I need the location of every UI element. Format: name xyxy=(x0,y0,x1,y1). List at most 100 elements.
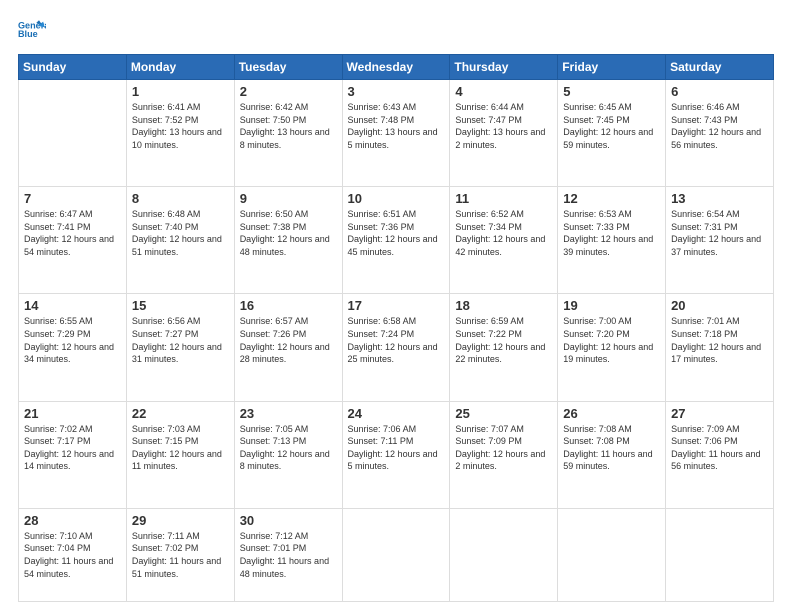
calendar-cell: 11Sunrise: 6:52 AMSunset: 7:34 PMDayligh… xyxy=(450,187,558,294)
weekday-header-thursday: Thursday xyxy=(450,55,558,80)
calendar-cell: 19 Sunrise: 7:00 AMSunset: 7:20 PMDayligh… xyxy=(558,294,666,401)
day-number: 10 xyxy=(348,191,445,206)
weekday-header-monday: Monday xyxy=(126,55,234,80)
day-number: 24 xyxy=(348,406,445,421)
day-number: 27 xyxy=(671,406,768,421)
svg-text:Blue: Blue xyxy=(18,29,38,39)
calendar-cell: 26 Sunrise: 7:08 AMSunset: 7:08 PMDayligh… xyxy=(558,401,666,508)
day-number: 9 xyxy=(240,191,337,206)
cell-sun-info: Sunrise: 7:08 AMSunset: 7:08 PMDaylight:… xyxy=(563,423,660,473)
day-number: 26 xyxy=(563,406,660,421)
cell-sun-info: Sunrise: 6:53 AMSunset: 7:33 PMDaylight:… xyxy=(563,208,660,258)
weekday-header-saturday: Saturday xyxy=(666,55,774,80)
cell-sun-info: Sunrise: 6:52 AMSunset: 7:34 PMDaylight:… xyxy=(455,208,552,258)
calendar-cell: 7 Sunrise: 6:47 AMSunset: 7:41 PMDaylight… xyxy=(19,187,127,294)
calendar-cell: 28 Sunrise: 7:10 AMSunset: 7:04 PMDayligh… xyxy=(19,508,127,601)
cell-sun-info: Sunrise: 7:01 AMSunset: 7:18 PMDaylight:… xyxy=(671,315,768,365)
calendar-cell xyxy=(666,508,774,601)
cell-sun-info: Sunrise: 6:48 AMSunset: 7:40 PMDaylight:… xyxy=(132,208,229,258)
day-number: 14 xyxy=(24,298,121,313)
cell-sun-info: Sunrise: 7:06 AMSunset: 7:11 PMDaylight:… xyxy=(348,423,445,473)
calendar-table: SundayMondayTuesdayWednesdayThursdayFrid… xyxy=(18,54,774,602)
cell-sun-info: Sunrise: 6:55 AMSunset: 7:29 PMDaylight:… xyxy=(24,315,121,365)
calendar-cell: 30 Sunrise: 7:12 AMSunset: 7:01 PMDayligh… xyxy=(234,508,342,601)
weekday-header-tuesday: Tuesday xyxy=(234,55,342,80)
day-number: 7 xyxy=(24,191,121,206)
cell-sun-info: Sunrise: 7:03 AMSunset: 7:15 PMDaylight:… xyxy=(132,423,229,473)
day-number: 21 xyxy=(24,406,121,421)
cell-sun-info: Sunrise: 7:10 AMSunset: 7:04 PMDaylight:… xyxy=(24,530,121,580)
cell-sun-info: Sunrise: 7:12 AMSunset: 7:01 PMDaylight:… xyxy=(240,530,337,580)
cell-sun-info: Sunrise: 6:51 AMSunset: 7:36 PMDaylight:… xyxy=(348,208,445,258)
calendar-cell: 18Sunrise: 6:59 AMSunset: 7:22 PMDayligh… xyxy=(450,294,558,401)
cell-sun-info: Sunrise: 6:44 AMSunset: 7:47 PMDaylight:… xyxy=(455,101,552,151)
day-number: 8 xyxy=(132,191,229,206)
day-number: 17 xyxy=(348,298,445,313)
day-number: 13 xyxy=(671,191,768,206)
calendar-cell: 13 Sunrise: 6:54 AMSunset: 7:31 PMDayligh… xyxy=(666,187,774,294)
calendar-cell: 12 Sunrise: 6:53 AMSunset: 7:33 PMDayligh… xyxy=(558,187,666,294)
day-number: 16 xyxy=(240,298,337,313)
calendar-cell: 27 Sunrise: 7:09 AMSunset: 7:06 PMDayligh… xyxy=(666,401,774,508)
weekday-header-row: SundayMondayTuesdayWednesdayThursdayFrid… xyxy=(19,55,774,80)
cell-sun-info: Sunrise: 6:50 AMSunset: 7:38 PMDaylight:… xyxy=(240,208,337,258)
calendar-cell: 3 Sunrise: 6:43 AMSunset: 7:48 PMDaylight… xyxy=(342,80,450,187)
cell-sun-info: Sunrise: 6:41 AMSunset: 7:52 PMDaylight:… xyxy=(132,101,229,151)
logo: General Blue xyxy=(18,16,46,44)
calendar-cell: 17 Sunrise: 6:58 AMSunset: 7:24 PMDayligh… xyxy=(342,294,450,401)
day-number: 28 xyxy=(24,513,121,528)
day-number: 1 xyxy=(132,84,229,99)
calendar-cell xyxy=(19,80,127,187)
cell-sun-info: Sunrise: 7:00 AMSunset: 7:20 PMDaylight:… xyxy=(563,315,660,365)
day-number: 12 xyxy=(563,191,660,206)
logo-icon: General Blue xyxy=(18,16,46,44)
calendar-cell: 29 Sunrise: 7:11 AMSunset: 7:02 PMDayligh… xyxy=(126,508,234,601)
cell-sun-info: Sunrise: 7:11 AMSunset: 7:02 PMDaylight:… xyxy=(132,530,229,580)
weekday-header-sunday: Sunday xyxy=(19,55,127,80)
calendar-cell: 16 Sunrise: 6:57 AMSunset: 7:26 PMDayligh… xyxy=(234,294,342,401)
calendar-cell: 21 Sunrise: 7:02 AMSunset: 7:17 PMDayligh… xyxy=(19,401,127,508)
cell-sun-info: Sunrise: 7:09 AMSunset: 7:06 PMDaylight:… xyxy=(671,423,768,473)
calendar-cell: 9 Sunrise: 6:50 AMSunset: 7:38 PMDaylight… xyxy=(234,187,342,294)
day-number: 30 xyxy=(240,513,337,528)
calendar-cell xyxy=(342,508,450,601)
cell-sun-info: Sunrise: 6:58 AMSunset: 7:24 PMDaylight:… xyxy=(348,315,445,365)
calendar-cell: 8 Sunrise: 6:48 AMSunset: 7:40 PMDaylight… xyxy=(126,187,234,294)
calendar-cell: 10 Sunrise: 6:51 AMSunset: 7:36 PMDayligh… xyxy=(342,187,450,294)
cell-sun-info: Sunrise: 6:43 AMSunset: 7:48 PMDaylight:… xyxy=(348,101,445,151)
cell-sun-info: Sunrise: 7:02 AMSunset: 7:17 PMDaylight:… xyxy=(24,423,121,473)
cell-sun-info: Sunrise: 6:57 AMSunset: 7:26 PMDaylight:… xyxy=(240,315,337,365)
calendar-cell: 23Sunrise: 7:05 AMSunset: 7:13 PMDayligh… xyxy=(234,401,342,508)
weekday-header-wednesday: Wednesday xyxy=(342,55,450,80)
day-number: 2 xyxy=(240,84,337,99)
calendar-cell: 14 Sunrise: 6:55 AMSunset: 7:29 PMDayligh… xyxy=(19,294,127,401)
day-number: 23 xyxy=(240,406,337,421)
cell-sun-info: Sunrise: 6:56 AMSunset: 7:27 PMDaylight:… xyxy=(132,315,229,365)
cell-sun-info: Sunrise: 7:07 AMSunset: 7:09 PMDaylight:… xyxy=(455,423,552,473)
day-number: 20 xyxy=(671,298,768,313)
calendar-cell: 15Sunrise: 6:56 AMSunset: 7:27 PMDayligh… xyxy=(126,294,234,401)
calendar-cell: 2Sunrise: 6:42 AMSunset: 7:50 PMDaylight… xyxy=(234,80,342,187)
day-number: 25 xyxy=(455,406,552,421)
calendar-week-row: 14 Sunrise: 6:55 AMSunset: 7:29 PMDayligh… xyxy=(19,294,774,401)
calendar-cell: 22 Sunrise: 7:03 AMSunset: 7:15 PMDayligh… xyxy=(126,401,234,508)
day-number: 4 xyxy=(455,84,552,99)
calendar-cell: 5 Sunrise: 6:45 AMSunset: 7:45 PMDaylight… xyxy=(558,80,666,187)
calendar-week-row: 7 Sunrise: 6:47 AMSunset: 7:41 PMDaylight… xyxy=(19,187,774,294)
day-number: 19 xyxy=(563,298,660,313)
day-number: 3 xyxy=(348,84,445,99)
day-number: 6 xyxy=(671,84,768,99)
calendar-cell: 24 Sunrise: 7:06 AMSunset: 7:11 PMDayligh… xyxy=(342,401,450,508)
calendar-cell: 1 Sunrise: 6:41 AMSunset: 7:52 PMDaylight… xyxy=(126,80,234,187)
cell-sun-info: Sunrise: 6:46 AMSunset: 7:43 PMDaylight:… xyxy=(671,101,768,151)
calendar-cell: 20 Sunrise: 7:01 AMSunset: 7:18 PMDayligh… xyxy=(666,294,774,401)
calendar-cell: 6 Sunrise: 6:46 AMSunset: 7:43 PMDaylight… xyxy=(666,80,774,187)
calendar-week-row: 1 Sunrise: 6:41 AMSunset: 7:52 PMDaylight… xyxy=(19,80,774,187)
day-number: 5 xyxy=(563,84,660,99)
day-number: 22 xyxy=(132,406,229,421)
cell-sun-info: Sunrise: 6:45 AMSunset: 7:45 PMDaylight:… xyxy=(563,101,660,151)
calendar-cell: 4 Sunrise: 6:44 AMSunset: 7:47 PMDaylight… xyxy=(450,80,558,187)
day-number: 29 xyxy=(132,513,229,528)
cell-sun-info: Sunrise: 6:47 AMSunset: 7:41 PMDaylight:… xyxy=(24,208,121,258)
cell-sun-info: Sunrise: 6:54 AMSunset: 7:31 PMDaylight:… xyxy=(671,208,768,258)
